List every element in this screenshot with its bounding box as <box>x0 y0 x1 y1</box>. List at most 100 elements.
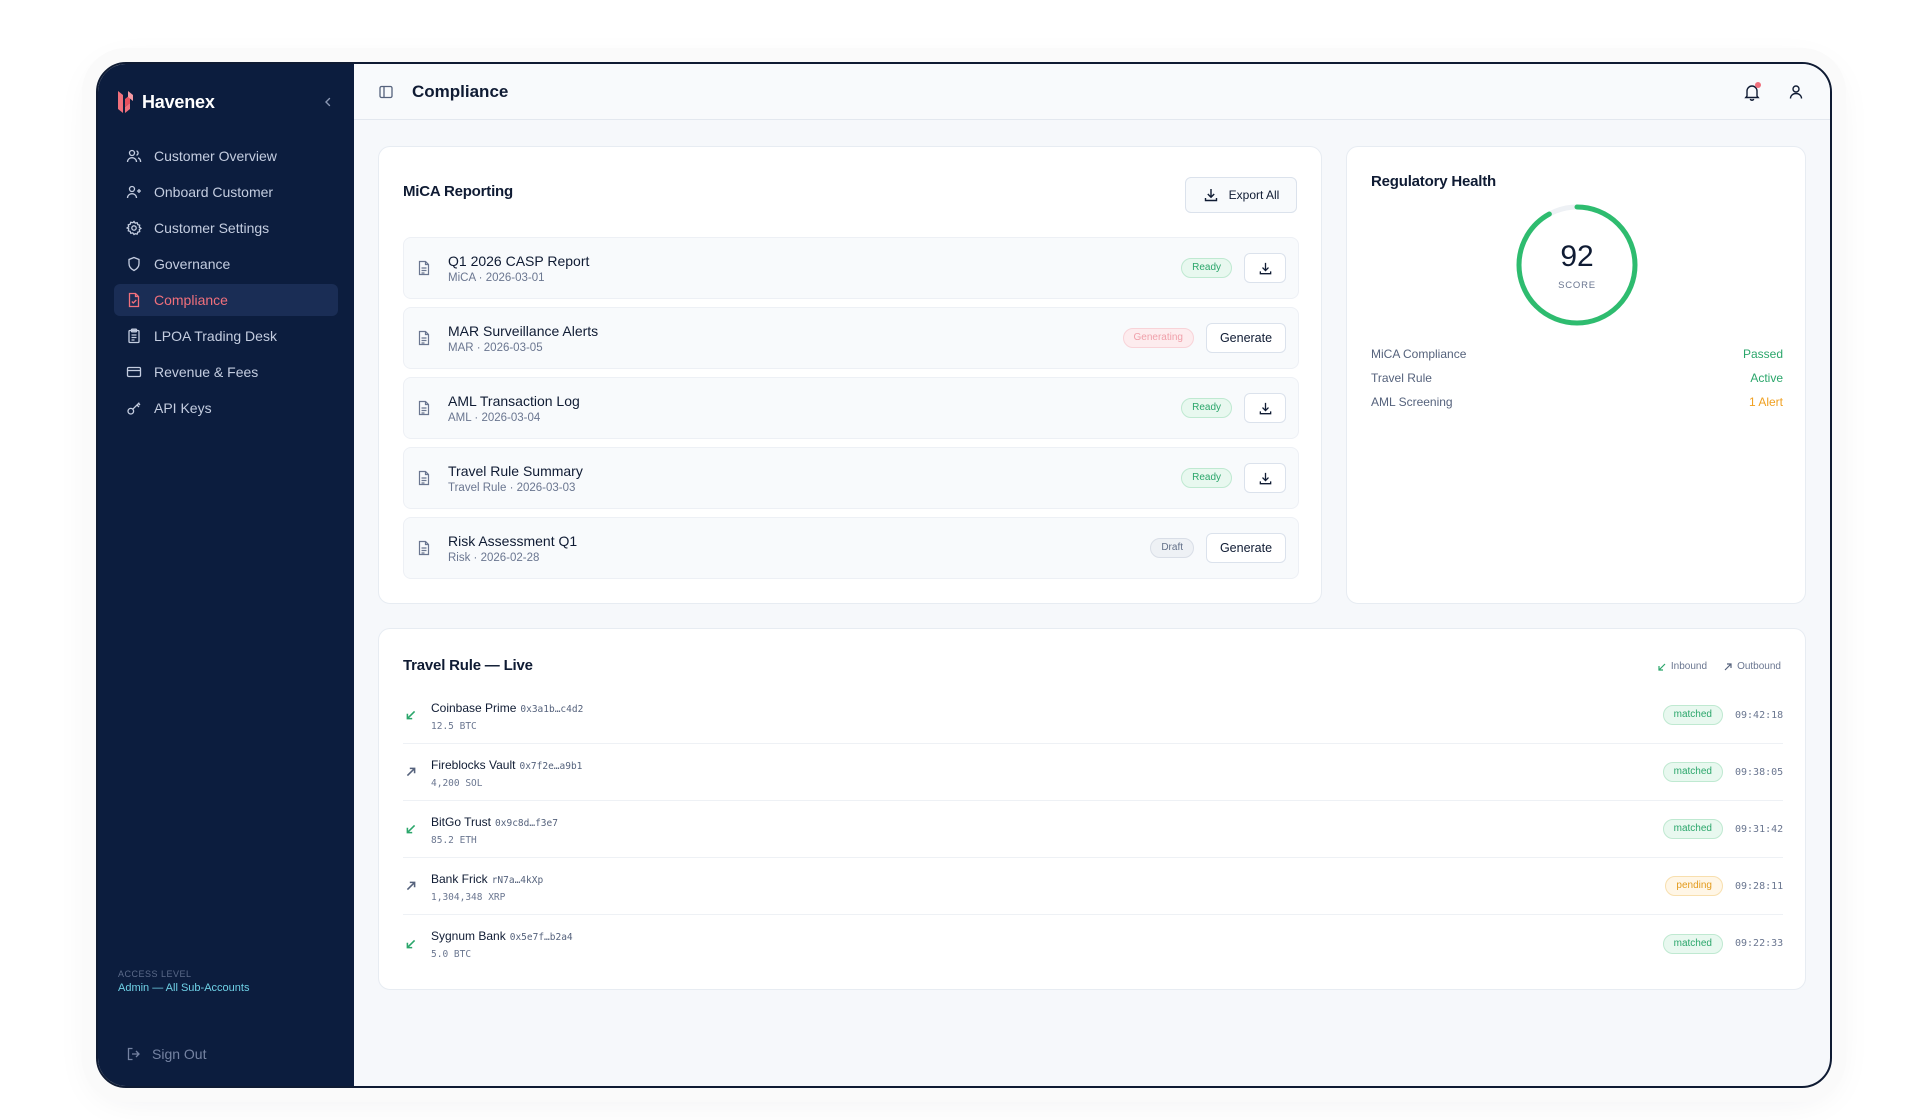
document-icon <box>418 330 430 346</box>
document-icon <box>418 470 430 486</box>
transfer-time: 09:31:42 <box>1735 823 1784 835</box>
sidebar-item-api-keys[interactable]: API Keys <box>114 392 338 424</box>
transfer-status: matched 09:38:05 <box>1662 762 1783 782</box>
counterparty-name: Coinbase Prime <box>431 700 517 715</box>
notification-dot <box>1755 81 1761 88</box>
access-level-value: Admin — All Sub-Accounts <box>118 982 250 994</box>
sidebar-nav: Customer Overview Onboard Customer Custo… <box>98 140 354 424</box>
report-row: Risk Assessment Q1 Risk · 2026-02-28 Dra… <box>403 517 1299 579</box>
generate-report-button[interactable]: Generate <box>1206 533 1286 563</box>
sidebar-toggle-icon[interactable] <box>378 84 394 100</box>
report-actions: Ready <box>1181 393 1286 423</box>
wallet-address: 0x7f2e…a9b1 <box>519 760 583 772</box>
download-report-button[interactable] <box>1244 463 1286 493</box>
users-icon <box>126 149 142 163</box>
status-badge: Ready <box>1181 258 1232 278</box>
sidebar-item-label: Customer Settings <box>154 220 270 236</box>
report-name: Risk Assessment Q1 <box>448 532 578 549</box>
legend-outbound: Outbound <box>1723 661 1781 672</box>
transfer-amount: 12.5 BTC <box>431 720 477 732</box>
status-badge: matched <box>1662 762 1723 782</box>
status-badge: matched <box>1662 933 1723 954</box>
sidebar-item-customer-settings[interactable]: Customer Settings <box>114 212 338 244</box>
report-info: Travel Rule Summary Travel Rule · 2026-0… <box>448 463 583 494</box>
download-icon <box>1259 472 1271 484</box>
report-actions: Ready <box>1181 463 1286 493</box>
sidebar-item-label: Customer Overview <box>154 148 277 164</box>
report-meta: AML · 2026-03-04 <box>448 411 541 424</box>
download-icon <box>1204 189 1217 202</box>
regulatory-row-label: AML Screening <box>1371 395 1453 409</box>
credit-card-icon <box>126 366 142 378</box>
access-level: ACCESS LEVEL Admin — All Sub-Accounts <box>118 969 249 994</box>
report-name: Q1 2026 CASP Report <box>448 252 590 269</box>
report-actions: Generating Generate <box>1122 323 1286 353</box>
legend-inbound-label: Inbound <box>1670 661 1708 672</box>
access-level-label: ACCESS LEVEL <box>118 969 192 979</box>
arrow-down-left-icon <box>1658 663 1666 671</box>
transfer-row[interactable]: BitGo Trust 0x9c8d…f3e7 85.2 ETH matched … <box>403 801 1783 858</box>
export-all-button[interactable]: Export All <box>1185 177 1297 213</box>
transfer-row[interactable]: Bank Frick rN7a…4kXp 1,304,348 XRP pendin… <box>403 858 1783 915</box>
report-row: Q1 2026 CASP Report MiCA · 2026-03-01 Re… <box>403 237 1299 299</box>
download-report-button[interactable] <box>1244 393 1286 423</box>
report-name: Travel Rule Summary <box>448 462 583 479</box>
notifications-button[interactable] <box>1742 81 1762 102</box>
document-icon <box>418 540 430 556</box>
sidebar-item-lpoa-trading-desk[interactable]: LPOA Trading Desk <box>114 320 338 352</box>
status-badge: matched <box>1662 819 1723 839</box>
transfer-row[interactable]: Sygnum Bank 0x5e7f…b2a4 5.0 BTC matched 0… <box>403 915 1783 972</box>
regulatory-health-title: Regulatory Health <box>1371 173 1496 190</box>
regulatory-row-label: Travel Rule <box>1371 371 1432 385</box>
regulatory-row-value: 1 Alert <box>1748 395 1783 409</box>
report-info: AML Transaction Log AML · 2026-03-04 <box>448 393 580 424</box>
sign-out-icon <box>127 1047 140 1061</box>
sign-out-button[interactable]: Sign Out <box>126 1046 206 1062</box>
sidebar-item-onboard-customer[interactable]: Onboard Customer <box>114 176 338 208</box>
sidebar-item-label: API Keys <box>154 400 212 416</box>
transfer-amount: 1,304,348 XRP <box>431 891 506 903</box>
legend-outbound-label: Outbound <box>1737 661 1781 672</box>
sidebar-item-governance[interactable]: Governance <box>114 248 338 280</box>
report-row: Travel Rule Summary Travel Rule · 2026-0… <box>403 447 1299 509</box>
counterparty-name: Bank Frick <box>431 871 488 886</box>
sidebar: Havenex Customer Overview Onboard Custom… <box>98 64 354 1086</box>
arrow-up-right-icon <box>406 767 416 777</box>
user-plus-icon <box>126 185 141 199</box>
sidebar-item-compliance[interactable]: Compliance <box>114 284 338 316</box>
mica-reporting-title: MiCA Reporting <box>403 183 513 200</box>
report-name: AML Transaction Log <box>448 392 580 409</box>
sidebar-item-customer-overview[interactable]: Customer Overview <box>114 140 338 172</box>
generate-report-button[interactable]: Generate <box>1206 323 1286 353</box>
sidebar-item-revenue-fees[interactable]: Revenue & Fees <box>114 356 338 388</box>
mica-reporting-card: MiCA Reporting Export All Q1 2026 CASP R… <box>378 146 1322 604</box>
transfer-row[interactable]: Fireblocks Vault 0x7f2e…a9b1 4,200 SOL ma… <box>403 744 1783 801</box>
regulatory-row-value: Passed <box>1742 347 1783 361</box>
arrow-down-left-icon <box>406 710 416 720</box>
report-info: Risk Assessment Q1 Risk · 2026-02-28 <box>448 533 577 564</box>
transfer-amount: 85.2 ETH <box>431 834 477 846</box>
report-meta: Risk · 2026-02-28 <box>448 551 540 564</box>
document-check-icon <box>128 292 140 308</box>
arrow-up-right-icon <box>406 881 416 891</box>
key-icon <box>127 402 141 415</box>
export-all-label: Export All <box>1228 188 1280 202</box>
transfer-info: Bank Frick rN7a…4kXp 1,304,348 XRP <box>431 870 543 903</box>
user-icon[interactable] <box>1786 82 1806 102</box>
arrow-up-right-icon <box>1724 662 1732 670</box>
chevron-left-icon <box>325 97 331 107</box>
collapse-sidebar-button[interactable] <box>318 94 338 110</box>
travel-legend: Inbound Outbound <box>1657 661 1781 672</box>
transfer-row[interactable]: Coinbase Prime 0x3a1b…c4d2 12.5 BTC match… <box>403 687 1783 744</box>
regulatory-health-card: Regulatory Health 92 SCORE MiCA Complian… <box>1346 146 1806 604</box>
transfer-amount: 4,200 SOL <box>431 777 483 789</box>
sidebar-item-label: Revenue & Fees <box>154 364 259 380</box>
regulatory-row: MiCA Compliance Passed <box>1371 347 1783 361</box>
transfer-status: matched 09:31:42 <box>1662 819 1784 839</box>
travel-rule-card: Travel Rule — Live Inbound Outbound Coin… <box>378 628 1806 990</box>
regulatory-row-label: MiCA Compliance <box>1371 347 1467 361</box>
wallet-address: 0x3a1b…c4d2 <box>520 703 584 715</box>
download-report-button[interactable] <box>1244 253 1286 283</box>
download-icon <box>1259 262 1271 274</box>
sidebar-item-label: LPOA Trading Desk <box>154 328 277 344</box>
